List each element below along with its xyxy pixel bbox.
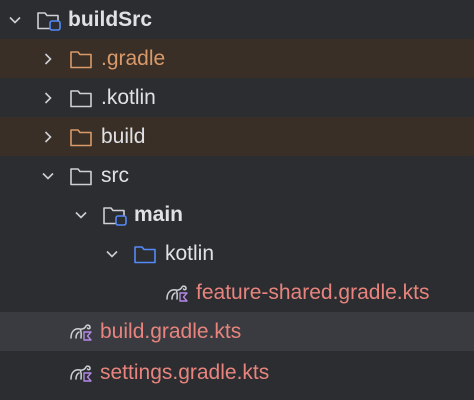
module-folder-icon: [36, 9, 62, 31]
source-set-folder-icon: [102, 204, 128, 226]
tree-item-build-dir[interactable]: build: [0, 117, 474, 156]
tree-item-feature-shared-gradle-kts[interactable]: feature-shared.gradle.kts: [0, 273, 474, 312]
tree-item-label: feature-shared.gradle.kts: [196, 281, 430, 304]
chevron-right-icon[interactable]: [37, 48, 59, 70]
chevron-down-icon[interactable]: [4, 9, 26, 31]
gradle-kotlin-script-icon: [68, 321, 94, 343]
tree-item-label: .gradle: [101, 47, 166, 70]
folder-icon: [69, 87, 95, 109]
tree-item-buildsrc[interactable]: buildSrc: [0, 0, 474, 39]
tree-item-src[interactable]: src: [0, 156, 474, 195]
chevron-right-icon[interactable]: [37, 126, 59, 148]
tree-item-label: .kotlin: [101, 86, 156, 109]
chevron-down-icon[interactable]: [70, 204, 92, 226]
folder-icon: [69, 165, 95, 187]
source-root-folder-icon: [133, 243, 159, 265]
tree-item-label: build: [101, 125, 146, 148]
chevron-down-icon[interactable]: [101, 243, 123, 265]
tree-item-build-gradle-kts[interactable]: build.gradle.kts: [0, 312, 474, 351]
gradle-kotlin-script-icon: [164, 282, 190, 304]
tree-item-main[interactable]: main: [0, 195, 474, 234]
tree-item-kotlin-source-root[interactable]: kotlin: [0, 234, 474, 273]
project-tree: buildSrc .gradle .kotlin build src main …: [0, 0, 474, 400]
chevron-right-icon[interactable]: [37, 87, 59, 109]
tree-item-label: main: [134, 203, 184, 226]
tree-item-gradle-dir[interactable]: .gradle: [0, 39, 474, 78]
folder-icon: [69, 126, 95, 148]
tree-item-settings-gradle-kts[interactable]: settings.gradle.kts: [0, 353, 474, 392]
chevron-down-icon[interactable]: [37, 165, 59, 187]
gradle-kotlin-script-icon: [68, 362, 94, 384]
tree-item-label: kotlin: [165, 242, 215, 265]
folder-icon: [69, 48, 95, 70]
tree-item-kotlin-dir[interactable]: .kotlin: [0, 78, 474, 117]
tree-item-label: src: [101, 164, 129, 187]
tree-item-label: build.gradle.kts: [100, 320, 242, 343]
tree-item-label: settings.gradle.kts: [100, 361, 270, 384]
tree-item-label: buildSrc: [68, 8, 153, 31]
